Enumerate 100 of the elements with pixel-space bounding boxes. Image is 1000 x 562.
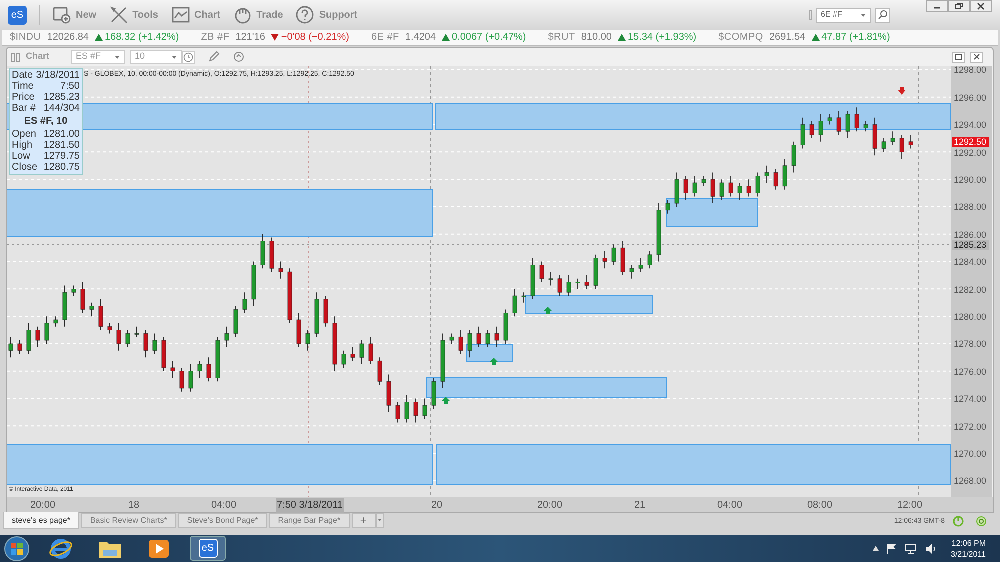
candle [674,172,680,208]
flag-icon[interactable] [887,544,897,554]
candle [872,118,878,156]
app-logo[interactable]: eS [8,6,27,24]
price-label: 1276.00 [954,366,987,377]
candle [800,118,806,150]
candle [620,241,626,276]
data-value: 1279.75 [44,151,80,162]
add-tab-button[interactable]: + [352,513,376,528]
clock-time[interactable]: 12:06 PM [952,538,986,548]
network-icon[interactable] [905,544,917,554]
tray-expand-icon[interactable] [873,546,879,551]
candle [890,132,896,146]
symbol-field[interactable]: 6E #F [816,8,871,22]
power-icon [953,516,964,527]
candle [908,135,914,150]
clock-icon[interactable] [182,50,195,64]
candle [638,258,644,273]
price-label: 1286.00 [954,230,987,240]
app-logo: eS [198,539,218,558]
data-label: Time [12,81,34,92]
candle [882,138,886,154]
ticker-symbol: ZB #F [201,31,230,45]
page-tab[interactable]: Basic Review Charts* [81,513,176,528]
candle [306,330,310,352]
volume-icon[interactable] [925,544,937,554]
candle [342,350,346,369]
candle [648,251,652,270]
toolbar-button[interactable]: New [52,5,97,25]
start-button[interactable] [4,536,30,562]
candle [558,275,562,297]
help-icon [295,5,316,25]
candle [36,326,40,348]
data-heading: ES #F, 10 [23,116,69,128]
candle [854,108,860,132]
taskbar-app[interactable]: eS [190,536,226,561]
close-icon [977,2,985,10]
status-icon [976,516,987,527]
ticker-price: 810.00 [581,31,612,45]
page-tab[interactable]: Steve's Bond Page* [178,513,268,528]
maximize-icon [955,54,962,60]
page-tab[interactable]: Range Bar Page* [269,513,350,528]
new-window-icon [52,5,72,25]
time-label: 08:00 [806,499,834,514]
candle [828,114,832,126]
candle [756,172,760,198]
price-label: 1270.00 [954,449,987,459]
candle [566,275,572,297]
candle [404,395,410,424]
close-button[interactable] [970,52,983,63]
candle [108,323,112,335]
time-label: 20:00 [29,499,57,514]
time-label: 7:50 3/18/2011 [276,498,344,514]
clock-date[interactable]: 3/21/2011 [951,548,986,560]
candle [216,337,220,383]
candle [134,326,140,338]
toolbar-button[interactable]: Trade [232,5,284,25]
candle [162,337,166,372]
toolbar-button[interactable]: Chart [170,5,221,25]
price-label: 1282.00 [954,284,987,295]
candle [594,254,598,290]
cursor-price-tag: 1285.23 [952,240,989,250]
data-value: 1285.23 [44,92,80,104]
candle [702,176,706,188]
minimize-button[interactable] [926,0,948,12]
close-button[interactable] [970,0,992,12]
ticker-price: 2691.54 [769,31,806,45]
candle [288,268,292,324]
search-button[interactable] [875,8,890,22]
candle [350,347,356,362]
refresh-icon[interactable] [233,51,245,64]
ticker-change: 0.0067 (+0.47%) [452,31,526,45]
candle [764,166,770,184]
candle [260,234,266,270]
caret-icon [861,14,866,16]
interval-dropdown[interactable]: 10 [130,50,182,64]
candle [782,159,788,191]
toolbar-button[interactable]: Support [295,5,358,25]
candle [522,292,526,304]
symbol-dropdown[interactable]: ES #F [71,50,125,64]
price-label: 1272.00 [954,422,987,432]
candle [396,402,400,424]
restore-button[interactable] [948,0,970,12]
candle [414,398,418,424]
candle [846,111,850,140]
candle [630,265,634,280]
maximize-button[interactable] [952,52,965,63]
tools-icon [108,5,129,25]
toolbar-button[interactable]: Tools [108,5,158,25]
candle [738,182,742,201]
candle [98,299,104,332]
candle [836,111,842,136]
candle [576,278,580,290]
page-tab[interactable]: steve's es page* [3,512,80,529]
pencil-icon[interactable] [208,51,220,64]
ticker-symbol: $RUT [548,31,576,45]
candle [548,272,554,287]
candle [422,398,428,420]
close-icon [974,54,980,60]
chart-title: Chart [26,50,51,64]
